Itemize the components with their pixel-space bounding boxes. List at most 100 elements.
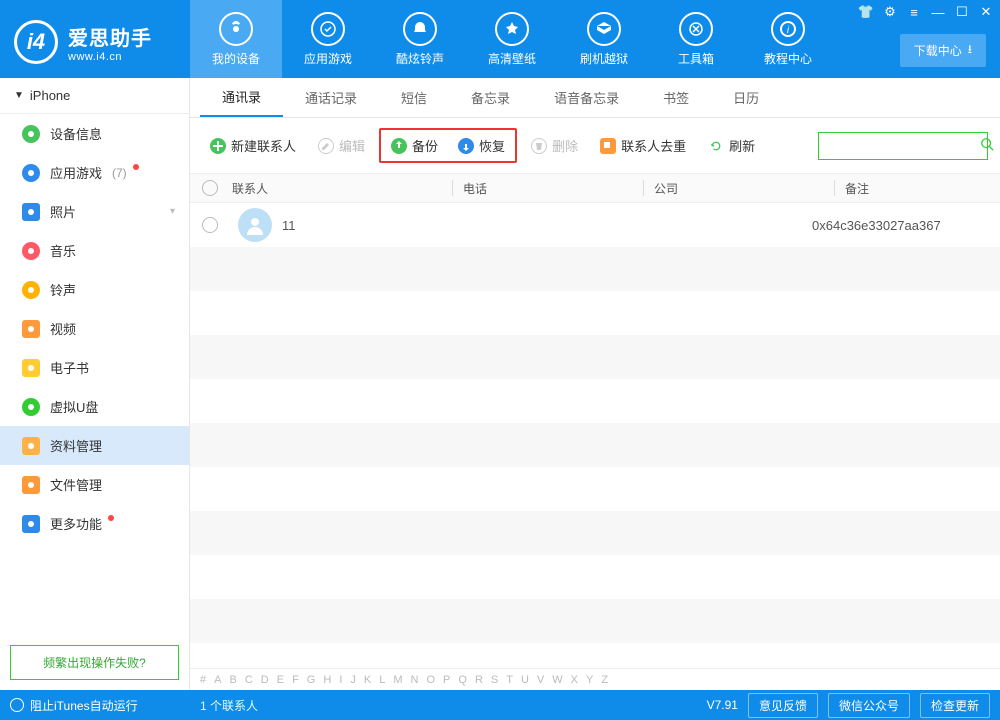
row-checkbox[interactable]	[202, 217, 218, 233]
table-row[interactable]: 110x64c36e33027aa367	[190, 203, 1000, 247]
search-input[interactable]	[825, 139, 980, 153]
alpha-#[interactable]: #	[200, 674, 206, 686]
alpha-O[interactable]: O	[426, 674, 435, 686]
content-tabs: 通讯录通话记录短信备忘录语音备忘录书签日历	[190, 78, 1000, 118]
alpha-V[interactable]: V	[537, 674, 544, 686]
table-body: 110x64c36e33027aa367	[190, 203, 1000, 668]
sidebar-icon	[22, 359, 40, 377]
alpha-X[interactable]: X	[571, 674, 578, 686]
sidebar-item-5[interactable]: 视频	[0, 309, 189, 348]
alpha-B[interactable]: B	[229, 674, 236, 686]
version-label: V7.91	[707, 698, 738, 712]
search-icon[interactable]	[980, 137, 994, 154]
alpha-Y[interactable]: Y	[586, 674, 593, 686]
col-company[interactable]: 公司	[654, 180, 834, 197]
alpha-P[interactable]: P	[443, 674, 450, 686]
sidebar-item-2[interactable]: 照片▾	[0, 192, 189, 231]
settings-icon[interactable]: ⚙	[882, 4, 898, 20]
col-note[interactable]: 备注	[845, 180, 1000, 197]
nav-icon	[587, 12, 621, 46]
skin-icon[interactable]: 👕	[858, 4, 874, 20]
col-name[interactable]: 联系人	[232, 180, 452, 197]
maximize-icon[interactable]: ☐	[954, 4, 970, 20]
toggle-icon	[10, 698, 24, 712]
sidebar-item-9[interactable]: 文件管理	[0, 465, 189, 504]
download-center-button[interactable]: 下载中心 ⭳	[900, 34, 986, 67]
select-all-checkbox[interactable]	[202, 180, 218, 196]
alpha-D[interactable]: D	[261, 674, 269, 686]
tab-1[interactable]: 通话记录	[283, 78, 379, 117]
update-button[interactable]: 检查更新	[920, 693, 990, 718]
edit-button[interactable]: 编辑	[310, 132, 373, 159]
sidebar-item-6[interactable]: 电子书	[0, 348, 189, 387]
logo: i4 爱思助手 www.i4.cn	[0, 14, 190, 64]
close-icon[interactable]: ✕	[978, 4, 994, 20]
search-box[interactable]	[818, 132, 988, 160]
alpha-U[interactable]: U	[521, 674, 529, 686]
nav-1[interactable]: 应用游戏	[282, 0, 374, 78]
main-nav: 我的设备应用游戏酷炫铃声高清壁纸刷机越狱工具箱i教程中心	[190, 0, 834, 78]
minimize-icon[interactable]: —	[930, 4, 946, 20]
tab-2[interactable]: 短信	[379, 78, 449, 117]
table-header: 联系人 电话 公司 备注	[190, 173, 1000, 203]
itunes-toggle[interactable]: 阻止iTunes自动运行	[10, 697, 190, 714]
alpha-K[interactable]: K	[364, 674, 371, 686]
tab-0[interactable]: 通讯录	[200, 78, 283, 117]
alpha-N[interactable]: N	[411, 674, 419, 686]
table-row	[190, 599, 1000, 643]
alpha-W[interactable]: W	[552, 674, 562, 686]
backup-button[interactable]: 备份	[383, 132, 446, 159]
sidebar-item-4[interactable]: 铃声	[0, 270, 189, 309]
alpha-M[interactable]: M	[393, 674, 402, 686]
alpha-A[interactable]: A	[214, 674, 221, 686]
nav-5[interactable]: 工具箱	[650, 0, 742, 78]
alpha-Q[interactable]: Q	[458, 674, 467, 686]
tab-4[interactable]: 语音备忘录	[532, 78, 641, 117]
feedback-button[interactable]: 意见反馈	[748, 693, 818, 718]
refresh-button[interactable]: 刷新	[700, 132, 763, 159]
nav-6[interactable]: i教程中心	[742, 0, 834, 78]
col-phone[interactable]: 电话	[463, 180, 643, 197]
tab-3[interactable]: 备忘录	[449, 78, 532, 117]
alpha-T[interactable]: T	[506, 674, 513, 686]
svg-text:i: i	[787, 25, 790, 36]
sidebar-item-8[interactable]: 资料管理	[0, 426, 189, 465]
alpha-I[interactable]: I	[339, 674, 342, 686]
restore-button[interactable]: 恢复	[450, 132, 513, 159]
nav-0[interactable]: 我的设备	[190, 0, 282, 78]
alpha-C[interactable]: C	[245, 674, 253, 686]
menu-icon[interactable]: ≡	[906, 4, 922, 20]
status-bar: 阻止iTunes自动运行 1 个联系人 V7.91 意见反馈 微信公众号 检查更…	[0, 690, 1000, 720]
help-link[interactable]: 频繁出现操作失败?	[10, 645, 179, 680]
alpha-G[interactable]: G	[307, 674, 316, 686]
sidebar-item-10[interactable]: 更多功能	[0, 504, 189, 543]
sidebar: ▼ iPhone 设备信息应用游戏(7)照片▾音乐铃声视频电子书虚拟U盘资料管理…	[0, 78, 190, 690]
alpha-R[interactable]: R	[475, 674, 483, 686]
sidebar-item-3[interactable]: 音乐	[0, 231, 189, 270]
sidebar-item-0[interactable]: 设备信息	[0, 114, 189, 153]
new-contact-button[interactable]: 新建联系人	[202, 132, 304, 159]
nav-2[interactable]: 酷炫铃声	[374, 0, 466, 78]
window-controls: 👕 ⚙ ≡ — ☐ ✕	[858, 4, 994, 20]
alpha-index: # ABCDEFGHIJKLMNOPQRSTUVWXYZ	[190, 668, 1000, 690]
alpha-S[interactable]: S	[491, 674, 498, 686]
alpha-Z[interactable]: Z	[601, 674, 608, 686]
alpha-E[interactable]: E	[277, 674, 284, 686]
sidebar-icon	[22, 281, 40, 299]
alpha-J[interactable]: J	[350, 674, 356, 686]
wechat-button[interactable]: 微信公众号	[828, 693, 910, 718]
nav-4[interactable]: 刷机越狱	[558, 0, 650, 78]
toolbar: 新建联系人 编辑 备份 恢复 删除	[190, 118, 1000, 173]
dedupe-button[interactable]: 联系人去重	[592, 132, 694, 159]
alpha-H[interactable]: H	[323, 674, 331, 686]
alpha-L[interactable]: L	[379, 674, 385, 686]
sidebar-item-1[interactable]: 应用游戏(7)	[0, 153, 189, 192]
nav-3[interactable]: 高清壁纸	[466, 0, 558, 78]
device-selector[interactable]: ▼ iPhone	[0, 78, 189, 114]
tab-6[interactable]: 日历	[711, 78, 781, 117]
table-row	[190, 247, 1000, 291]
tab-5[interactable]: 书签	[641, 78, 711, 117]
delete-button[interactable]: 删除	[523, 132, 586, 159]
alpha-F[interactable]: F	[292, 674, 299, 686]
sidebar-item-7[interactable]: 虚拟U盘	[0, 387, 189, 426]
